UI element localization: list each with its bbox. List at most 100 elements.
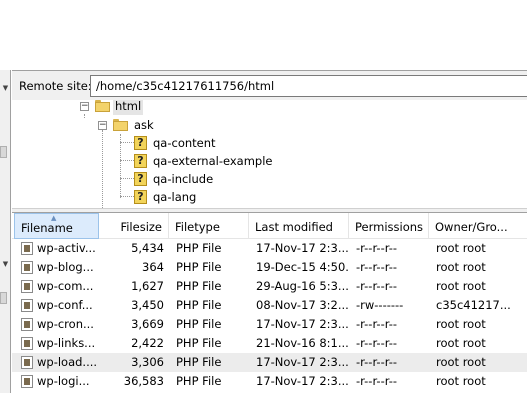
file-owner: root root [436,374,486,388]
php-file-icon [21,356,33,369]
column-header-last-modified[interactable]: Last modified [249,213,349,239]
file-size: 1,627 [131,279,164,293]
column-header-label: Owner/Gro... [435,220,508,234]
php-file-icon [21,242,33,255]
file-row[interactable]: wp-conf... 3,450 PHP File 08-Nov-17 3:2... -… [12,296,527,315]
scroll-down-arrow-icon[interactable]: ▼ [1,84,10,93]
tree-node-qa-include[interactable]: ? qa-include [12,170,527,188]
file-type: PHP File [176,317,222,331]
scroll-down-arrow-icon[interactable]: ▼ [1,260,10,269]
tree-node-label: qa-include [153,172,214,186]
collapse-toggle-icon[interactable]: − [98,121,107,130]
column-header-filetype[interactable]: Filetype [169,213,249,239]
file-size: 3,669 [131,317,164,331]
file-type: PHP File [176,241,222,255]
column-header-permissions[interactable]: Permissions [349,213,429,239]
file-type: PHP File [176,260,222,274]
remote-directory-tree: − html − ask ? qa-content ? qa-external-… [12,100,527,208]
folder-open-icon [95,100,110,112]
php-file-icon [21,280,33,293]
file-permissions: -r--r--r-- [356,317,398,331]
php-file-icon [21,318,33,331]
file-owner: root root [436,355,486,369]
file-type: PHP File [176,298,222,312]
scroll-thumb[interactable] [0,146,7,158]
file-modified: 17-Nov-17 2:3... [256,317,348,331]
file-type: PHP File [176,279,222,293]
file-size: 36,583 [123,374,164,388]
tree-node-label: ask [134,118,154,132]
tree-node-qa-external-example[interactable]: ? qa-external-example [12,152,527,170]
remote-site-bar: Remote site: /home/c35c41217611756/html [12,70,527,100]
file-owner: root root [436,279,486,293]
column-header-label: Filename [21,221,73,235]
column-header-filename[interactable]: ▲ Filename [14,213,99,239]
collapse-toggle-icon[interactable]: − [80,102,89,111]
tree-node-ask[interactable]: − ask [12,116,527,134]
file-owner: root root [436,336,486,350]
tree-node-qa-content[interactable]: ? qa-content [12,134,527,152]
file-row[interactable]: wp-blog... 364 PHP File 19-Dec-15 4:50... -r… [12,258,527,277]
file-permissions: -r--r--r-- [356,279,398,293]
column-header-label: Filetype [175,220,220,234]
column-header-owner-group[interactable]: Owner/Gro... [429,213,527,239]
unknown-folder-icon: ? [134,190,147,204]
tree-node-label: qa-content [153,136,216,150]
column-header-label: Filesize [120,220,162,234]
file-row[interactable]: wp-logi... 36,583 PHP File 17-Nov-17 2:3...… [12,372,527,391]
file-row[interactable]: wp-activ... 5,434 PHP File 17-Nov-17 2:3...… [12,239,527,258]
file-permissions: -r--r--r-- [356,241,398,255]
file-name: wp-cron... [37,317,94,331]
file-modified: 08-Nov-17 3:2... [256,298,348,312]
file-type: PHP File [176,355,222,369]
file-row[interactable]: wp-links... 2,422 PHP File 21-Nov-16 8:1...… [12,334,527,353]
folder-open-icon [113,119,128,131]
file-name: wp-links... [37,336,96,350]
file-permissions: -rw------- [356,298,404,312]
file-owner: root root [436,241,486,255]
file-name: wp-activ... [37,241,96,255]
sort-ascending-icon: ▲ [51,214,57,222]
file-list-header: ▲ Filename Filesize Filetype Last modifi… [12,213,527,239]
file-size: 3,450 [131,298,164,312]
file-type: PHP File [176,374,222,388]
file-modified: 19-Dec-15 4:50... [256,260,348,274]
file-name: wp-com... [37,279,94,293]
scroll-thumb[interactable] [0,292,7,304]
tree-node-qa-lang[interactable]: ? qa-lang [12,188,527,206]
unknown-folder-icon: ? [134,136,147,150]
file-modified: 17-Nov-17 2:3... [256,374,348,388]
remote-file-list: ▲ Filename Filesize Filetype Last modifi… [12,213,527,393]
unknown-folder-icon: ? [134,172,147,186]
blank-area [0,0,527,70]
file-modified: 21-Nov-16 8:1... [256,336,348,350]
tree-node-label: qa-external-example [153,154,273,168]
file-name: wp-blog... [37,260,94,274]
file-name: wp-load.... [37,355,98,369]
file-size: 2,422 [131,336,164,350]
local-pane-edge: ▼ ▼ [0,70,11,393]
file-owner: root root [436,317,486,331]
php-file-icon [21,337,33,350]
php-file-icon [21,375,33,388]
file-owner: c35c41217... [436,298,511,312]
remote-path-input[interactable]: /home/c35c41217611756/html [90,75,527,97]
file-size: 3,306 [131,355,164,369]
file-row[interactable]: wp-cron... 3,669 PHP File 17-Nov-17 2:3... -… [12,315,527,334]
file-size: 5,434 [131,241,164,255]
remote-site-label: Remote site: [19,79,92,93]
unknown-folder-icon: ? [134,154,147,168]
file-permissions: -r--r--r-- [356,355,398,369]
file-size: 364 [142,260,164,274]
file-row[interactable]: wp-load.... 3,306 PHP File 17-Nov-17 2:3...… [12,353,527,372]
column-header-label: Last modified [255,220,333,234]
file-owner: root root [436,260,486,274]
file-row[interactable]: wp-com... 1,627 PHP File 29-Aug-16 5:3... -r… [12,277,527,296]
file-permissions: -r--r--r-- [356,374,398,388]
column-header-filesize[interactable]: Filesize [99,213,169,239]
tree-node-html[interactable]: − html [12,100,527,115]
file-permissions: -r--r--r-- [356,336,398,350]
file-permissions: -r--r--r-- [356,260,398,274]
php-file-icon [21,261,33,274]
file-modified: 29-Aug-16 5:3... [256,279,348,293]
